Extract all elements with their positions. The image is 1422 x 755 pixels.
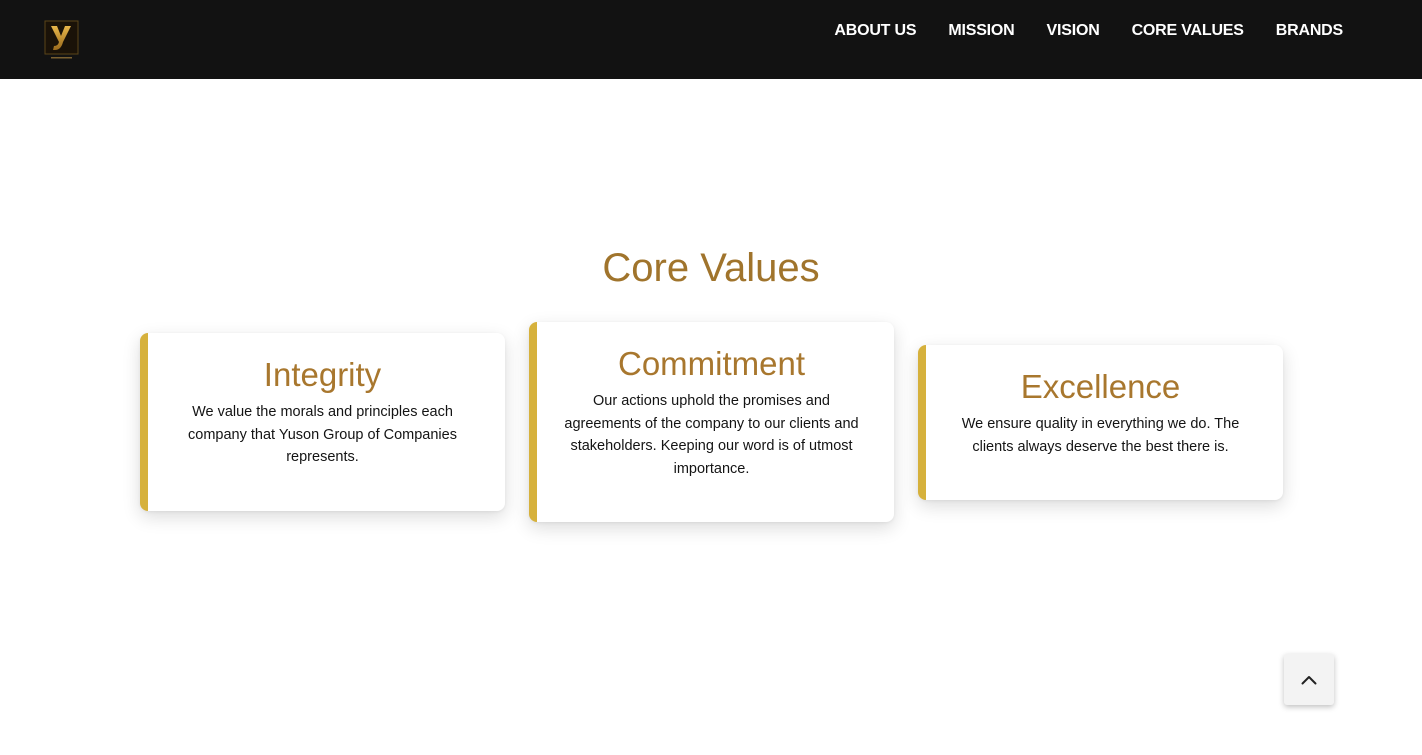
card-title: Excellence bbox=[1020, 368, 1181, 405]
scroll-to-top-button[interactable] bbox=[1284, 654, 1334, 705]
main-nav: ABOUT US MISSION VISION CORE VALUES BRAN… bbox=[834, 0, 1343, 62]
nav-brands[interactable]: BRANDS bbox=[1276, 22, 1343, 40]
nav-core-values[interactable]: CORE VALUES bbox=[1132, 22, 1244, 40]
nav-about-us[interactable]: ABOUT US bbox=[834, 22, 916, 40]
value-card-commitment: Commitment Our actions uphold the promis… bbox=[529, 322, 894, 522]
section-title: Core Values bbox=[602, 246, 820, 290]
card-description: We ensure quality in everything we do. T… bbox=[961, 416, 1240, 455]
navbar: ABOUT US MISSION VISION CORE VALUES BRAN… bbox=[0, 0, 1422, 79]
nav-vision[interactable]: VISION bbox=[1047, 22, 1100, 40]
nav-mission[interactable]: MISSION bbox=[948, 22, 1014, 40]
card-description: We value the morals and principles each … bbox=[188, 404, 457, 466]
chevron-up-icon bbox=[1301, 675, 1317, 684]
card-description: Our actions uphold the promises and agre… bbox=[564, 393, 859, 477]
yuson-logo[interactable] bbox=[44, 20, 79, 60]
card-title: Commitment bbox=[617, 345, 806, 382]
value-card-excellence: Excellence We ensure quality in everythi… bbox=[918, 345, 1283, 500]
card-title: Integrity bbox=[263, 356, 382, 393]
value-card-integrity: Integrity We value the morals and princi… bbox=[140, 333, 505, 511]
